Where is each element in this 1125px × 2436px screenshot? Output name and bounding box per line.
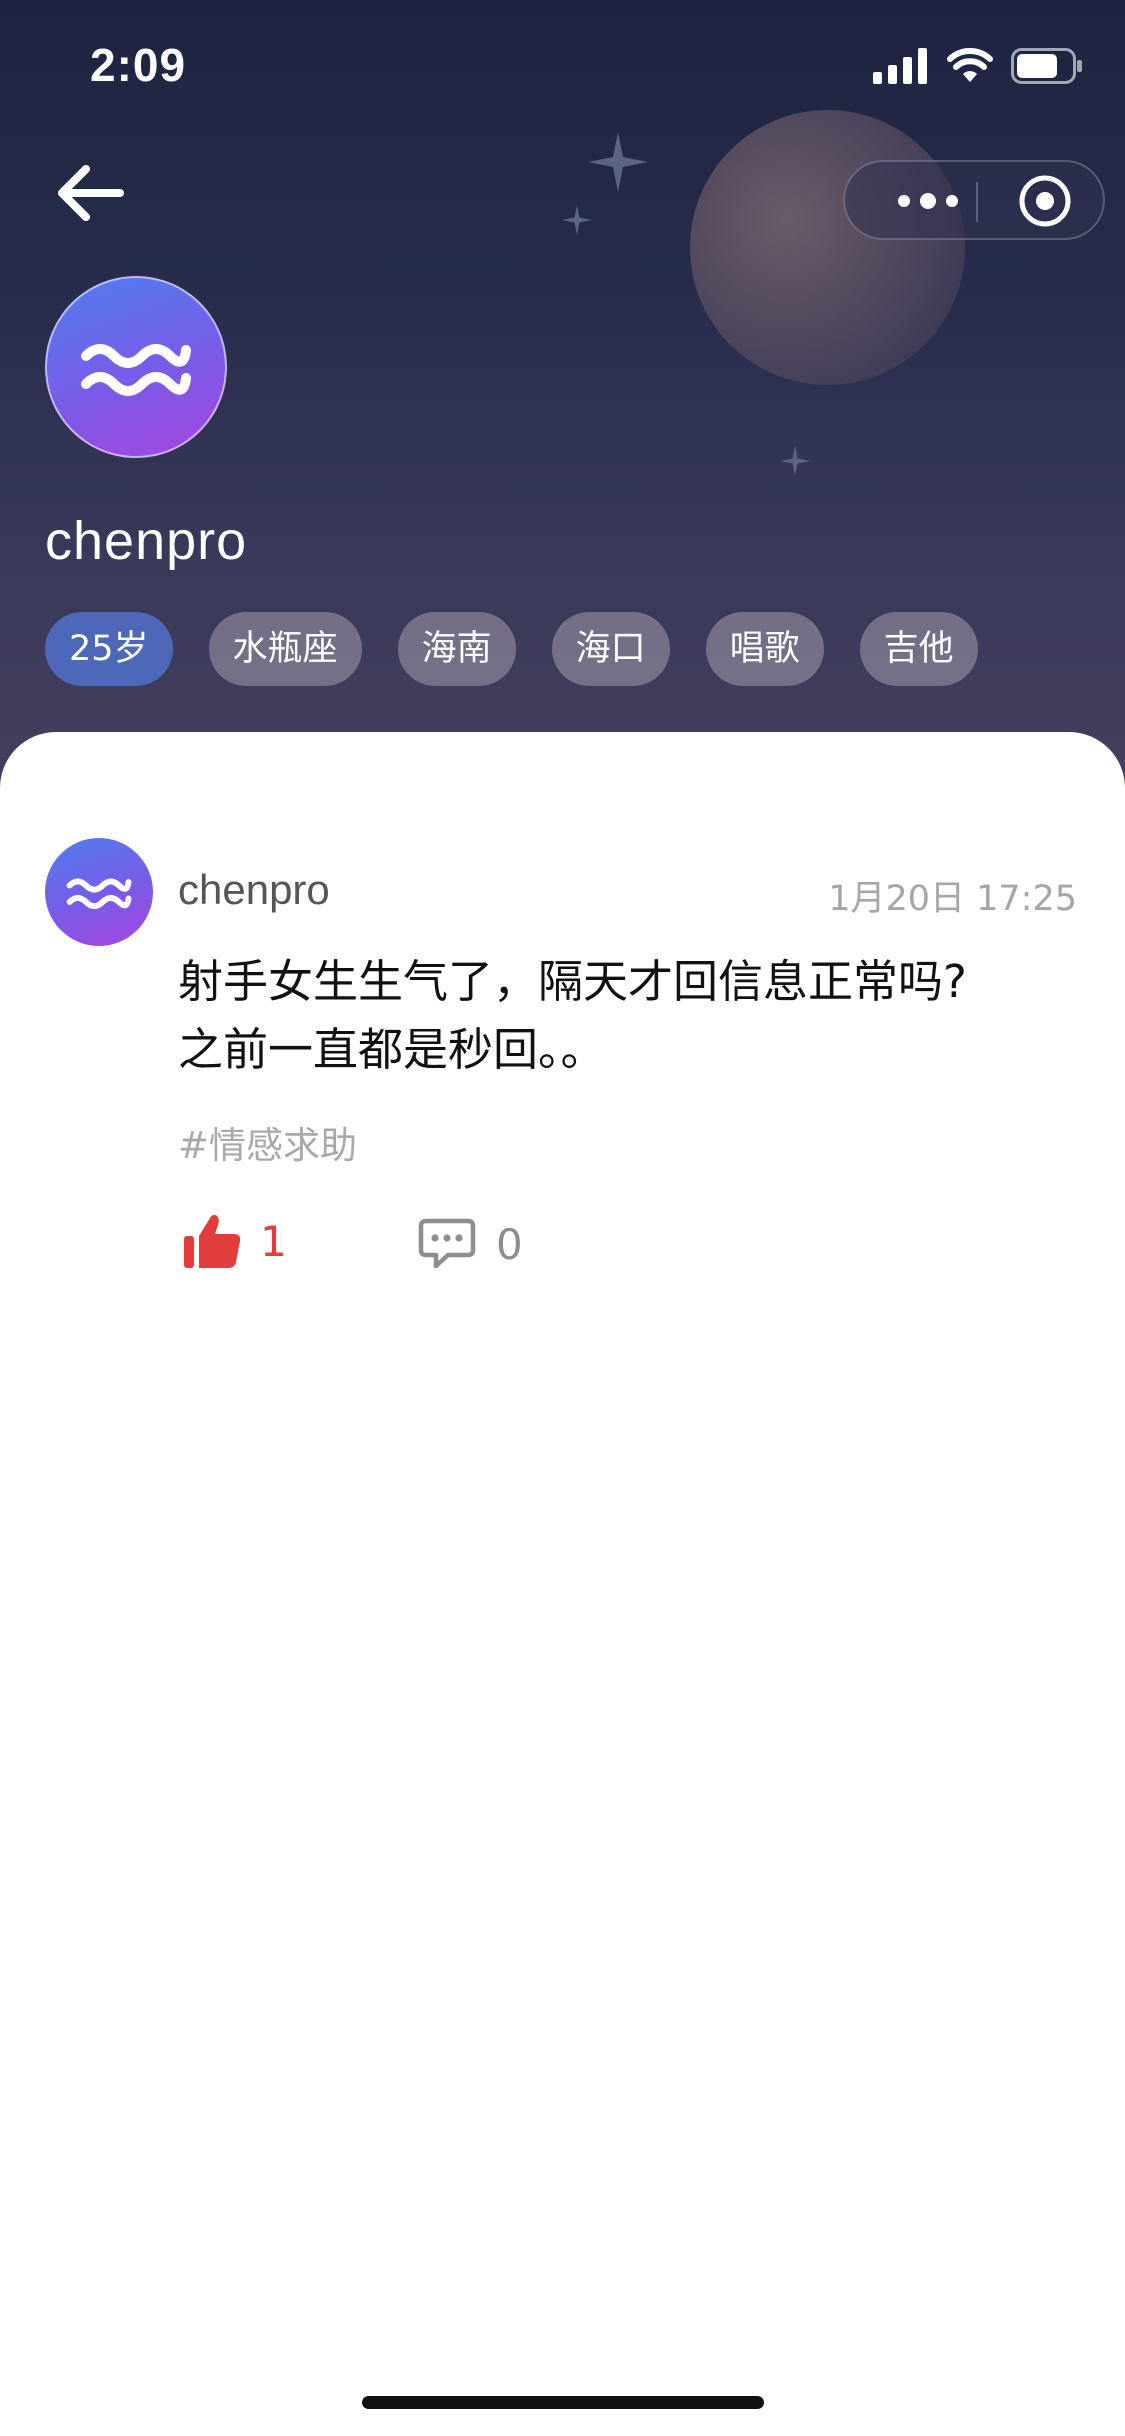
home-indicator[interactable]: [362, 2396, 764, 2409]
battery-icon: [1011, 48, 1083, 88]
close-mini-program-button[interactable]: [1005, 162, 1085, 240]
back-arrow-icon: [58, 165, 124, 221]
target-circle-icon: [1019, 175, 1071, 227]
status-icons: [873, 48, 1083, 88]
tag-hobby-guitar: 吉他: [859, 612, 978, 686]
more-button[interactable]: [883, 162, 973, 240]
status-bar: 2:09: [0, 0, 1125, 140]
more-dots-icon: [898, 193, 958, 209]
signal-icon: [873, 48, 929, 88]
post-text-line: 射手女生生气了，隔天才回信息正常吗?: [178, 955, 967, 1008]
profile-tags: 25岁 水瓶座 海南 海口 唱歌 吉他: [45, 612, 978, 686]
capsule-divider: [976, 182, 978, 222]
tag-city: 海口: [551, 612, 670, 686]
aquarius-wave-icon: [66, 878, 132, 910]
post-topic-tag[interactable]: #情感求助: [178, 1115, 357, 1169]
comment-button[interactable]: 0: [418, 1218, 523, 1270]
aquarius-wave-icon: [81, 344, 191, 396]
star-icon: [780, 446, 810, 476]
tag-age: 25岁: [45, 612, 173, 686]
post-text-line: 之前一直都是秒回。。: [178, 1023, 606, 1076]
profile-header: 2:09 chenpro 25岁 水瓶座 海南 海口 唱歌 吉他: [0, 0, 1125, 800]
post-timestamp: 1月20日 17:25: [828, 879, 1077, 919]
moon-decoration: [690, 110, 965, 385]
back-button[interactable]: [50, 155, 140, 235]
profile-avatar[interactable]: [45, 276, 227, 458]
post-username[interactable]: chenpro: [178, 866, 330, 914]
tag-hobby-singing: 唱歌: [705, 612, 824, 686]
like-count: 1: [260, 1216, 287, 1266]
tag-province: 海南: [397, 612, 516, 686]
tag-zodiac: 水瓶座: [208, 612, 362, 686]
profile-username: chenpro: [45, 511, 248, 571]
post-content[interactable]: 射手女生生气了，隔天才回信息正常吗? 之前一直都是秒回。。: [178, 948, 1058, 1084]
comment-count: 0: [496, 1219, 523, 1269]
wifi-icon: [947, 48, 993, 88]
mini-program-capsule: [843, 160, 1105, 240]
like-button[interactable]: 1: [182, 1212, 287, 1270]
star-icon: [562, 205, 592, 235]
status-time: 2:09: [90, 39, 187, 91]
thumbs-up-icon: [184, 1214, 241, 1268]
post-avatar[interactable]: [45, 838, 153, 946]
comment-bubble-icon: [418, 1218, 476, 1269]
star-icon: [588, 132, 648, 192]
